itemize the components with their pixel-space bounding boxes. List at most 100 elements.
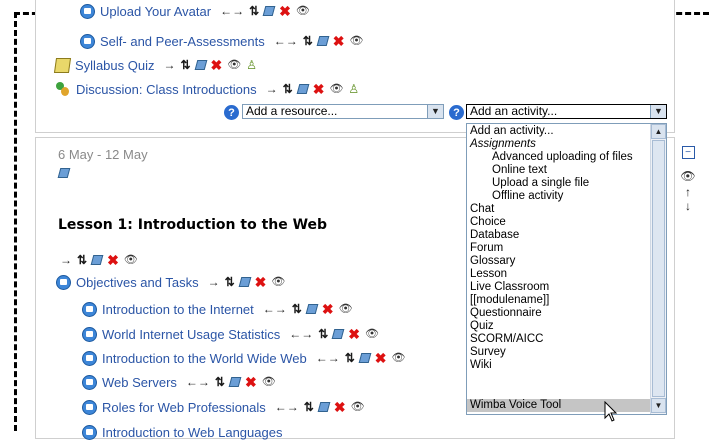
delete-icon[interactable]: ✖ xyxy=(348,327,360,341)
move-icon[interactable]: ⇅ xyxy=(345,352,355,364)
option-live-classroom[interactable]: Live Classroom xyxy=(470,281,549,294)
help-icon[interactable]: ? xyxy=(224,105,239,120)
activity-link[interactable]: World Internet Usage Statistics xyxy=(102,327,280,342)
arrow-right-icon[interactable]: → xyxy=(266,83,278,95)
arrow-right-icon[interactable]: → xyxy=(163,59,175,71)
activity-link[interactable]: Upload Your Avatar xyxy=(100,4,211,19)
move-icon[interactable]: ⇅ xyxy=(180,59,190,71)
delete-icon[interactable]: ✖ xyxy=(375,351,387,365)
arrow-up-icon[interactable]: ↑ xyxy=(685,185,691,199)
arrows-left-right-icon[interactable]: ←→ xyxy=(274,35,298,47)
add-activity-select[interactable]: Add an activity... ▼ xyxy=(466,104,667,119)
activity-link[interactable]: Introduction to the World Wide Web xyxy=(102,351,307,366)
option-modulename[interactable]: [[modulename]] xyxy=(470,294,549,307)
option-glossary[interactable]: Glossary xyxy=(470,255,515,268)
move-icon[interactable]: ⇅ xyxy=(77,254,87,266)
eye-icon[interactable]: 👁 xyxy=(339,303,353,315)
option-wiki[interactable]: Wiki xyxy=(470,359,492,372)
option-survey[interactable]: Survey xyxy=(470,346,506,359)
eye-icon[interactable]: 👁 xyxy=(296,5,310,17)
add-resource-select[interactable]: Add a resource... ▼ xyxy=(242,104,444,119)
option-choice[interactable]: Choice xyxy=(470,216,506,229)
activity-link[interactable]: Web Servers xyxy=(102,375,177,390)
option-online-text[interactable]: Online text xyxy=(492,164,547,177)
arrow-right-icon[interactable]: → xyxy=(60,254,72,266)
move-icon[interactable]: ⇅ xyxy=(283,83,293,95)
arrow-down-icon[interactable]: ↓ xyxy=(685,199,691,213)
move-icon[interactable]: ⇅ xyxy=(215,376,225,388)
edit-icon[interactable] xyxy=(358,353,372,363)
delete-icon[interactable]: ✖ xyxy=(107,253,119,267)
option-database[interactable]: Database xyxy=(470,229,519,242)
eye-icon[interactable]: 👁 xyxy=(351,401,365,413)
dropdown-scrollbar[interactable]: ▲ ▼ xyxy=(650,124,666,414)
arrows-left-right-icon[interactable]: ←→ xyxy=(275,401,299,413)
activity-link[interactable]: Self- and Peer-Assessments xyxy=(100,34,265,49)
eye-icon[interactable]: 👁 xyxy=(680,169,695,183)
arrows-left-right-icon[interactable]: ←→ xyxy=(263,303,287,315)
activity-link[interactable]: Discussion: Class Introductions xyxy=(76,82,257,97)
help-icon[interactable]: ? xyxy=(449,105,464,120)
option-offline-activity[interactable]: Offline activity xyxy=(492,190,563,203)
option-forum[interactable]: Forum xyxy=(470,242,503,255)
option-wimba-voice-tool[interactable]: Wimba Voice Tool xyxy=(467,399,651,412)
delete-icon[interactable]: ✖ xyxy=(333,34,345,48)
delete-icon[interactable]: ✖ xyxy=(211,58,223,72)
edit-icon[interactable] xyxy=(331,329,345,339)
edit-icon[interactable] xyxy=(262,6,276,16)
groups-icon[interactable]: ♙ xyxy=(246,59,257,71)
delete-icon[interactable]: ✖ xyxy=(279,4,291,18)
edit-icon[interactable] xyxy=(238,277,252,287)
option-add-activity[interactable]: Add an activity... xyxy=(470,125,554,138)
option-upload-single-file[interactable]: Upload a single file xyxy=(492,177,589,190)
edit-icon[interactable] xyxy=(317,402,331,412)
option-scorm[interactable]: SCORM/AICC xyxy=(470,333,543,346)
edit-icon[interactable] xyxy=(296,84,310,94)
move-icon[interactable]: ⇅ xyxy=(249,5,259,17)
delete-icon[interactable]: ✖ xyxy=(334,400,346,414)
move-icon[interactable]: ⇅ xyxy=(318,328,328,340)
eye-icon[interactable]: 👁 xyxy=(227,59,241,71)
arrows-left-right-icon[interactable]: ←→ xyxy=(220,5,244,17)
eye-icon[interactable]: 👁 xyxy=(350,35,364,47)
eye-icon[interactable]: 👁 xyxy=(365,328,379,340)
eye-icon[interactable]: 👁 xyxy=(271,276,285,288)
arrows-left-right-icon[interactable]: ←→ xyxy=(316,352,340,364)
delete-icon[interactable]: ✖ xyxy=(245,375,257,389)
scroll-up-icon[interactable]: ▲ xyxy=(651,124,666,139)
activity-link[interactable]: Syllabus Quiz xyxy=(75,58,154,73)
option-questionnaire[interactable]: Questionnaire xyxy=(470,307,542,320)
arrow-right-icon[interactable]: → xyxy=(208,276,220,288)
activity-link[interactable]: Objectives and Tasks xyxy=(76,275,199,290)
activity-link[interactable]: Introduction to the Internet xyxy=(102,302,254,317)
chevron-down-icon[interactable]: ▼ xyxy=(427,105,443,118)
delete-icon[interactable]: ✖ xyxy=(322,302,334,316)
option-lesson[interactable]: Lesson xyxy=(470,268,507,281)
move-icon[interactable]: ⇅ xyxy=(304,401,314,413)
edit-icon[interactable] xyxy=(90,255,104,265)
scrollbar-thumb[interactable] xyxy=(652,140,665,397)
eye-icon[interactable]: 👁 xyxy=(329,83,343,95)
edit-icon[interactable] xyxy=(228,377,242,387)
move-icon[interactable]: ⇅ xyxy=(292,303,302,315)
edit-icon[interactable] xyxy=(305,304,319,314)
delete-icon[interactable]: ✖ xyxy=(313,82,325,96)
move-icon[interactable]: ⇅ xyxy=(303,35,313,47)
eye-icon[interactable]: 👁 xyxy=(392,352,406,364)
option-advanced-uploading[interactable]: Advanced uploading of files xyxy=(492,151,633,164)
edit-icon[interactable] xyxy=(194,60,207,70)
eye-icon[interactable]: 👁 xyxy=(262,376,276,388)
move-icon[interactable]: ⇅ xyxy=(225,276,235,288)
activity-link[interactable]: Roles for Web Professionals xyxy=(102,400,266,415)
eye-icon[interactable]: 👁 xyxy=(124,254,138,266)
activity-link[interactable]: Introduction to Web Languages xyxy=(102,425,282,440)
arrows-left-right-icon[interactable]: ←→ xyxy=(186,376,210,388)
edit-icon[interactable] xyxy=(316,36,330,46)
chevron-down-icon[interactable]: ▼ xyxy=(650,105,666,118)
scroll-down-icon[interactable]: ▼ xyxy=(651,398,666,413)
collapse-icon[interactable]: − xyxy=(681,146,695,159)
groups-icon[interactable]: ♙ xyxy=(348,83,359,95)
delete-icon[interactable]: ✖ xyxy=(255,275,267,289)
option-chat[interactable]: Chat xyxy=(470,203,494,216)
option-quiz[interactable]: Quiz xyxy=(470,320,494,333)
